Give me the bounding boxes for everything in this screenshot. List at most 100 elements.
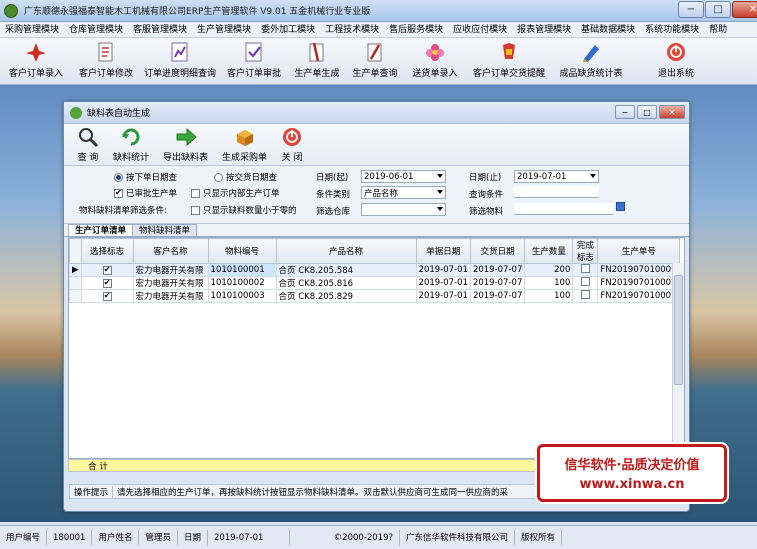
checkbox-indicator[interactable]: ✔	[114, 188, 123, 198]
condition-type-select[interactable]: 产品名称	[361, 186, 446, 199]
export-shortage-button[interactable]: 导出缺料表	[156, 124, 215, 165]
menu-accounts[interactable]: 应收应付模块	[448, 22, 512, 38]
minimize-button[interactable]: −	[678, 1, 704, 18]
menu-outsourcing[interactable]: 委外加工模块	[256, 22, 320, 38]
company-name: 广东信华软件科技有限公司	[400, 529, 516, 546]
query-button[interactable]: 查 询	[70, 124, 106, 165]
checkbox-internal-only[interactable]: 只显示内部生产订单	[191, 187, 280, 199]
hint-label: 操作提示	[70, 485, 114, 498]
checkbox-indicator[interactable]	[191, 188, 200, 198]
vertical-scrollbar[interactable]	[672, 263, 684, 458]
delivery-reminder-button[interactable]: 客户订单交货提醒	[466, 38, 552, 84]
select-checkbox[interactable]: ✔	[80, 263, 134, 277]
window-maximize-button[interactable]: □	[637, 105, 657, 119]
done-checkbox[interactable]	[572, 276, 599, 290]
power-icon	[281, 126, 303, 148]
cell-order-no: FN201907010001	[597, 263, 681, 277]
col-order-no[interactable]: 生产单号	[597, 238, 681, 264]
row-header-corner	[69, 238, 82, 264]
col-doc-date[interactable]: 单据日期	[415, 238, 471, 264]
select-checkbox[interactable]: ✔	[80, 289, 134, 303]
query-condition-input[interactable]	[514, 186, 599, 198]
material-filter-input[interactable]	[514, 203, 614, 215]
shortage-stat-button[interactable]: 缺料统计	[106, 124, 156, 165]
checkbox-shortage-only[interactable]: 只显示缺料数量小于零的	[191, 204, 297, 216]
row-header	[69, 276, 82, 290]
window-title-bar: 缺料表自动生成 − □ ✕	[64, 102, 689, 124]
chevron-down-icon	[590, 174, 596, 178]
menu-customer-service[interactable]: 客服管理模块	[128, 22, 192, 38]
tab-material-shortage[interactable]: 物料缺料清单	[132, 224, 198, 236]
table-row[interactable]: ✔ 宏力电器开关有限 1010100003 合页 CK8.205.829 201…	[69, 289, 681, 303]
scrollbar-thumb[interactable]	[674, 275, 683, 385]
menu-production[interactable]: 生产管理模块	[192, 22, 256, 38]
radio-indicator[interactable]	[214, 172, 223, 182]
menu-purchase[interactable]: 采购管理模块	[0, 22, 64, 38]
order-entry-button[interactable]: 客户订单录入	[0, 38, 72, 84]
radio-delivery-date[interactable]: 按交货日期查	[214, 171, 277, 183]
cell-doc-date: 2019-07-01	[415, 276, 471, 290]
radio-order-date[interactable]: 按下单日期查	[114, 171, 177, 183]
cell-delivery-date: 2019-07-07	[469, 263, 526, 277]
close-button[interactable]: ✕	[732, 1, 757, 18]
create-purchase-button[interactable]: 生成采购单	[215, 124, 274, 165]
pen-icon	[580, 41, 602, 63]
col-customer[interactable]: 客户名称	[132, 238, 209, 264]
maximize-button[interactable]: □	[705, 1, 731, 18]
menu-help[interactable]: 帮助	[704, 22, 732, 38]
menu-warehouse[interactable]: 仓库管理模块	[64, 22, 128, 38]
order-progress-button[interactable]: 订单进度明细查询	[140, 38, 220, 84]
col-material-code[interactable]: 物料编号	[207, 238, 277, 264]
title-bar: 广东顺德永强福泰智能木工机械有限公司ERP生产管理软件 V9.01 五金机械行业…	[0, 0, 757, 22]
window-close-button[interactable]: ✕	[659, 105, 685, 119]
col-done[interactable]: 完成标志	[572, 238, 599, 264]
window-minimize-button[interactable]: −	[615, 105, 635, 119]
cell-doc-date: 2019-07-01	[415, 263, 471, 277]
col-select[interactable]: 选择标志	[80, 238, 134, 264]
checkbox-indicator[interactable]	[191, 205, 200, 215]
user-name-value: 管理员	[139, 529, 178, 546]
stockout-report-button[interactable]: 成品缺货统计表	[552, 38, 630, 84]
menu-system[interactable]: 系统功能模块	[640, 22, 704, 38]
select-checkbox[interactable]: ✔	[80, 276, 134, 290]
date-from-picker[interactable]: 2019-06-01	[361, 170, 446, 183]
menu-engineering[interactable]: 工程技术模块	[320, 22, 384, 38]
boxes-icon	[234, 126, 256, 148]
production-query-button[interactable]: 生产单查询	[346, 38, 404, 84]
delivery-entry-button[interactable]: 送货单录入	[404, 38, 466, 84]
exit-system-button[interactable]: 退出系统	[630, 38, 722, 84]
close-window-button[interactable]: 关 闭	[274, 124, 310, 165]
warehouse-select[interactable]	[361, 203, 446, 216]
warehouse-label: 筛选仓库	[316, 207, 351, 217]
tab-production-orders[interactable]: 生产订单清单	[68, 224, 134, 236]
checkbox-approved[interactable]: ✔ 已审批生产单	[114, 187, 177, 199]
promo-slogan: 信华软件·品质决定价值	[564, 458, 700, 473]
done-checkbox[interactable]	[572, 289, 599, 303]
menu-after-sales[interactable]: 售后服务模块	[384, 22, 448, 38]
material-filter-label: 筛选物料	[469, 207, 504, 217]
summary-label: 合 计	[88, 461, 108, 472]
menu-reports[interactable]: 报表管理模块	[512, 22, 576, 38]
order-approve-button[interactable]: 客户订单审批	[220, 38, 288, 84]
table-row[interactable]: ▶ ✔ 宏力电器开关有限 1010100001 合页 CK8.205.584 2…	[69, 263, 681, 277]
cell-product: 合页 CK8.205.584	[275, 263, 417, 277]
cell-customer: 宏力电器开关有限	[132, 276, 209, 290]
cell-product: 合页 CK8.205.816	[275, 276, 417, 290]
radio-indicator[interactable]	[114, 172, 123, 182]
col-delivery-date[interactable]: 交货日期	[469, 238, 526, 264]
cell-customer: 宏力电器开关有限	[132, 263, 209, 277]
production-generate-button[interactable]: 生产单生成	[288, 38, 346, 84]
date-to-picker[interactable]: 2019-07-01	[514, 170, 599, 183]
cell-quantity: 200	[524, 263, 574, 277]
col-product-name[interactable]: 产品名称	[275, 238, 417, 264]
menu-base-data[interactable]: 基础数据模块	[576, 22, 640, 38]
menu-bar: 采购管理模块 仓库管理模块 客服管理模块 生产管理模块 委外加工模块 工程技术模…	[0, 22, 757, 38]
table-row[interactable]: ✔ 宏力电器开关有限 1010100002 合页 CK8.205.816 201…	[69, 276, 681, 290]
copyright: ©2000-2019?	[290, 529, 401, 546]
material-lookup-icon[interactable]	[616, 202, 625, 211]
done-checkbox[interactable]	[572, 263, 599, 277]
cell-delivery-date: 2019-07-07	[469, 289, 526, 303]
order-edit-button[interactable]: 客户订单修改	[72, 38, 140, 84]
date-label: 日期	[178, 529, 209, 546]
col-quantity[interactable]: 生产数量	[524, 238, 574, 264]
